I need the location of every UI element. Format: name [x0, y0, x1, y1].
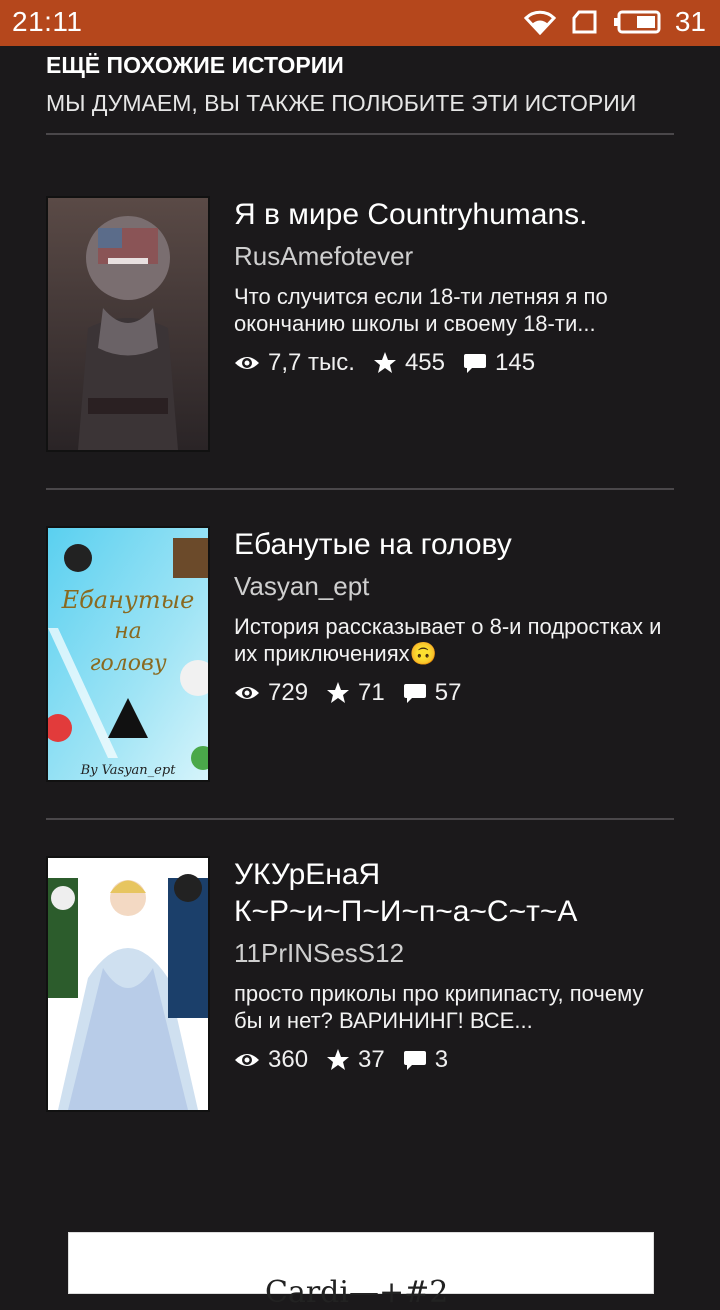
story-card[interactable]: УКУрЕнаЯ К~Р~и~П~И~п~а~С~т~А 11PrINSesS1…: [46, 856, 674, 1116]
reads-count: 7,7 тыс.: [268, 349, 355, 376]
story-cover[interactable]: Ебанутые на голову By Vasyan_ept: [44, 526, 216, 782]
reads-stat: 360: [234, 1046, 308, 1074]
cover-byline: By Vasyan_ept: [80, 763, 177, 778]
section-subtitle: МЫ ДУМАЕМ, ВЫ ТАКЖЕ ПОЛЮБИТЕ ЭТИ ИСТОРИИ: [46, 90, 637, 116]
comments-count: 3: [434, 1046, 449, 1073]
story-title[interactable]: Я в мире Countryhumans.: [234, 196, 674, 233]
votes-stat: 455: [373, 349, 445, 377]
story-info: Я в мире Countryhumans. RusAmefotever Чт…: [234, 196, 674, 377]
cover-title-word: на: [114, 619, 142, 644]
votes-stat: 71: [326, 679, 385, 707]
sim-card-icon: [571, 9, 599, 35]
eye-icon: [235, 687, 259, 699]
votes-count: 37: [358, 1046, 385, 1073]
comments-count: 145: [495, 349, 536, 376]
story-description: История рассказывает о 8-и подростках и …: [234, 614, 662, 666]
story-card[interactable]: Ебанутые на голову By Vasyan_ept Ебануты…: [44, 526, 674, 786]
battery-level: 31: [674, 6, 706, 37]
wifi-icon: [523, 9, 557, 35]
story-card[interactable]: Я в мире Countryhumans. RusAmefotever Чт…: [46, 196, 674, 456]
battery-icon: [613, 9, 661, 35]
story-description: Что случится если 18-ти летняя я по окон…: [234, 284, 608, 336]
comments-count: 57: [434, 679, 462, 706]
divider: [46, 488, 674, 490]
star-icon: [327, 682, 350, 703]
next-content-text: Cardi—+#2: [265, 1275, 449, 1310]
story-author[interactable]: RusAmefotever: [234, 239, 674, 273]
story-stats: 729 71 57: [234, 679, 674, 707]
votes-count: 71: [358, 679, 385, 706]
story-cover[interactable]: [46, 856, 210, 1112]
cover-title-word: голову: [89, 651, 166, 676]
comment-icon: [403, 684, 426, 703]
story-author[interactable]: 11PrINSesS12: [234, 936, 674, 970]
votes-count: 455: [404, 349, 445, 376]
star-icon: [373, 352, 396, 373]
story-info: Ебанутые на голову Vasyan_ept История ра…: [234, 526, 674, 707]
comment-icon: [464, 354, 486, 373]
reads-stat: 7,7 тыс.: [234, 349, 355, 377]
cover-title-word: Ебанутые: [61, 586, 195, 614]
story-stats: 7,7 тыс. 455 145: [234, 349, 674, 377]
divider: [46, 133, 674, 135]
comments-stat: 57: [403, 679, 462, 707]
status-icons: 31: [523, 6, 706, 38]
section-title: ЕЩЁ ПОХОЖИЕ ИСТОРИИ: [46, 52, 344, 78]
star-icon: [327, 1049, 350, 1070]
story-cover[interactable]: [46, 196, 210, 452]
comments-stat: 3: [403, 1046, 448, 1074]
status-time: 21:11: [12, 6, 83, 37]
status-bar: 21:11 31: [0, 0, 720, 46]
next-content-card[interactable]: Cardi—+#2: [68, 1232, 654, 1310]
reads-count: 729: [268, 679, 309, 706]
eye-icon: [235, 357, 259, 369]
story-info: УКУрЕнаЯ К~Р~и~П~И~п~а~С~т~А 11PrINSesS1…: [234, 856, 674, 1074]
comment-icon: [403, 1051, 426, 1070]
eye-icon: [235, 1054, 259, 1066]
story-title[interactable]: УКУрЕнаЯ К~Р~и~П~И~п~а~С~т~А: [234, 856, 674, 930]
story-author[interactable]: Vasyan_ept: [234, 569, 674, 603]
story-title[interactable]: Ебанутые на голову: [234, 526, 674, 563]
story-stats: 360 37 3: [234, 1046, 674, 1074]
reads-count: 360: [268, 1046, 309, 1073]
reads-stat: 729: [234, 679, 308, 707]
votes-stat: 37: [326, 1046, 385, 1074]
story-description: просто приколы про крипипасту, почему бы…: [234, 981, 644, 1033]
divider: [46, 818, 674, 820]
comments-stat: 145: [463, 349, 535, 377]
